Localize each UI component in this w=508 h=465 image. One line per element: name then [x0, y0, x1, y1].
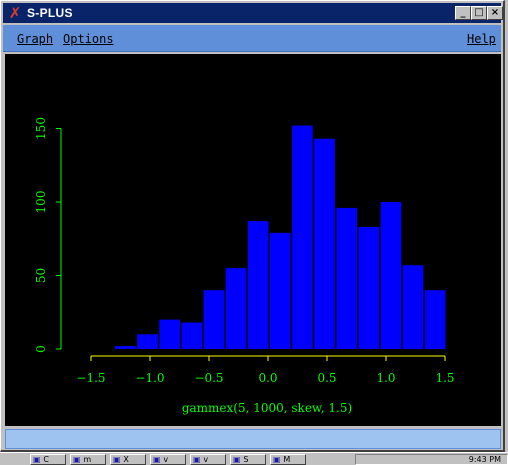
histogram-bar [247, 221, 269, 349]
y-tick-label: 100 [34, 191, 48, 214]
taskbar-button[interactable]: ▣ m [70, 454, 106, 465]
histogram-bar [137, 334, 158, 349]
histogram-bar [115, 346, 136, 349]
x-axis: −1.5 −1.0 −0.5 0.0 0.5 1.0 1.5 [76, 355, 455, 385]
taskbar-button[interactable]: ▣ S [230, 454, 266, 465]
taskbar-button-label: v [163, 455, 169, 464]
histogram-bar [269, 232, 291, 349]
histogram-bar [181, 322, 203, 349]
window-title: S-PLUS [27, 6, 73, 20]
status-bar [5, 429, 501, 449]
taskbar-button-label: C [43, 455, 49, 464]
menu-graph-label: Graph [17, 32, 54, 46]
taskbar-button[interactable]: ▣ v [150, 454, 186, 465]
histogram-bar [358, 226, 380, 349]
histogram-bar [225, 268, 247, 349]
close-button[interactable]: × [487, 6, 503, 20]
y-tick-label: 150 [34, 117, 48, 140]
maximize-button[interactable]: □ [471, 6, 487, 20]
menu-help[interactable]: Help [467, 32, 496, 46]
histogram-bars [115, 125, 446, 349]
app-icon: ▣ [273, 455, 284, 464]
menu-bar: Graph Options Help [3, 25, 501, 52]
taskbar-button-label: M [283, 455, 291, 464]
y-tick-label: 50 [34, 268, 48, 283]
histogram-bar [159, 319, 180, 349]
v-icon: ▣ [193, 455, 204, 464]
menu-graph[interactable]: Graph [17, 32, 53, 46]
taskbar-button-label: v [203, 455, 209, 464]
splus-window: ✗ S-PLUS _ □ × Graph Options Help 0 50 100… [0, 0, 505, 452]
taskbar-button[interactable]: ▣ v [190, 454, 226, 465]
taskbar-button-label: m [83, 455, 92, 464]
x-tick-label: 1.0 [376, 371, 395, 385]
x-tick-label: −0.5 [194, 371, 223, 385]
x-tick-label: 0.0 [258, 371, 277, 385]
taskbar-button-label: S [243, 455, 249, 464]
minimize-button[interactable]: _ [455, 6, 471, 20]
taskbar: ▣ C ▣ m ▣ X ▣ v ▣ v ▣ S ▣ M 9:43 PM [0, 452, 508, 465]
taskbar-button-label: X [123, 455, 129, 464]
x-axis-label: gammex(5, 1000, skew, 1.5) [182, 401, 352, 415]
splus-x-icon[interactable]: ✗ [7, 5, 23, 21]
histogram-bar [336, 207, 357, 349]
histogram-bar [314, 138, 335, 349]
splus-icon: ▣ [233, 455, 244, 464]
x-tick-label: −1.0 [135, 371, 164, 385]
monitor-icon: ▣ [73, 455, 84, 464]
taskbar-button[interactable]: ▣ X [110, 454, 146, 465]
system-tray: 9:43 PM [355, 454, 508, 465]
y-tick-label: 0 [34, 345, 48, 353]
app-icon: ▣ [33, 455, 44, 464]
histogram-bar [203, 290, 225, 349]
y-axis: 0 50 100 150 [34, 117, 62, 353]
graph-area[interactable]: 0 50 100 150 −1.5 −1.0 −0.5 0.0 0.5 1.0 1.5 gamme… [5, 54, 501, 426]
histogram-bar [292, 125, 313, 349]
x-tick-label: −1.5 [76, 371, 105, 385]
menu-options[interactable]: Options [63, 32, 114, 46]
histogram-chart: 0 50 100 150 −1.5 −1.0 −0.5 0.0 0.5 1.0 1.5 gamme… [34, 117, 455, 415]
histogram-bar [424, 290, 446, 349]
histogram-bar [380, 202, 402, 349]
histogram-bar [402, 265, 424, 349]
taskbar-button[interactable]: ▣ M [270, 454, 306, 465]
menu-options-label: Options [63, 32, 114, 46]
menu-help-label: Help [467, 32, 496, 46]
x-tick-label: 1.5 [435, 371, 454, 385]
title-bar[interactable]: ✗ S-PLUS _ □ × [3, 3, 503, 23]
clock: 9:43 PM [468, 455, 501, 464]
v-icon: ▣ [113, 455, 124, 464]
taskbar-button[interactable]: ▣ C [30, 454, 66, 465]
v-icon: ▣ [153, 455, 164, 464]
x-tick-label: 0.5 [317, 371, 336, 385]
